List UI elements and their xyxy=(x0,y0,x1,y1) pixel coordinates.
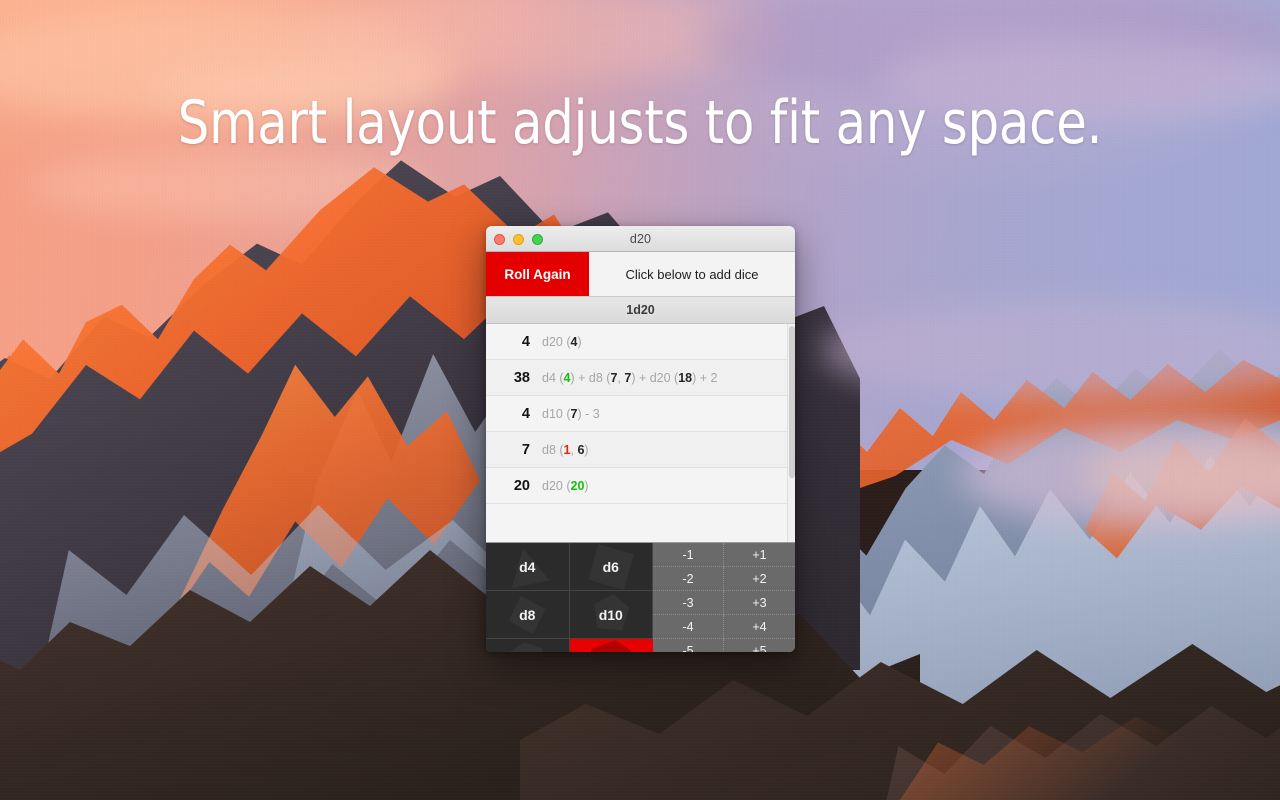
traffic-lights xyxy=(494,234,543,245)
roll-total: 4 xyxy=(521,405,530,422)
die-label: d6 xyxy=(602,558,619,575)
modifier-button-plus5[interactable]: +5 xyxy=(724,639,795,653)
roll-total: 20 xyxy=(513,477,530,494)
die-button-d6[interactable]: d6 xyxy=(569,543,653,591)
die-label: d4 xyxy=(519,558,536,575)
modifier-button-minus2[interactable]: -2 xyxy=(653,567,724,591)
modifier-button-plus4[interactable]: +4 xyxy=(724,615,795,639)
current-formula-header: 1d20 xyxy=(486,297,795,324)
roll-expression: d4 (4) + d8 (7, 7) + d20 (18) + 2 xyxy=(542,370,718,385)
marketing-headline: Smart layout adjusts to fit any space. xyxy=(177,88,1103,158)
close-icon[interactable] xyxy=(494,234,505,245)
scrollbar-thumb[interactable] xyxy=(789,326,795,478)
window-titlebar: d20 xyxy=(486,226,795,252)
table-row[interactable]: 4 d20 (4) xyxy=(486,324,795,360)
roll-total: 4 xyxy=(521,333,530,350)
die-d12-icon xyxy=(504,639,551,652)
window-toolbar: Roll Again Click below to add dice xyxy=(486,252,795,297)
die-button-d10[interactable]: d10 xyxy=(569,591,653,639)
modifier-button-minus4[interactable]: -4 xyxy=(653,615,724,639)
die-label: d10 xyxy=(598,606,623,623)
roll-expression: d8 (1, 6) xyxy=(542,442,589,457)
roll-expression: d20 (4) xyxy=(542,334,582,349)
table-row[interactable]: 4 d10 (7) - 3 xyxy=(486,396,795,432)
table-row[interactable]: 7 d8 (1, 6) xyxy=(486,432,795,468)
modifier-button-minus1[interactable]: -1 xyxy=(653,543,724,567)
roll-total: 38 xyxy=(513,369,530,386)
die-d20-icon xyxy=(584,639,637,652)
die-button-d12[interactable]: d12 xyxy=(486,639,570,652)
modifier-button-minus5[interactable]: -5 xyxy=(653,639,724,652)
add-dice-hint: Click below to add dice xyxy=(625,266,759,282)
modifier-button-minus3[interactable]: -3 xyxy=(653,591,724,615)
die-button-d8[interactable]: d8 xyxy=(486,591,570,639)
roll-expression: d20 (20) xyxy=(542,478,589,493)
modifier-grid[interactable]: -1+1-2+2-3+3-4+4-5+5-6+6 xyxy=(653,543,795,652)
modifier-button-plus2[interactable]: +2 xyxy=(724,567,795,591)
minimize-icon[interactable] xyxy=(513,234,524,245)
table-row[interactable]: 38 d4 (4) + d8 (7, 7) + d20 (18) + 2 xyxy=(486,360,795,396)
table-row[interactable]: 20 d20 (20) xyxy=(486,468,795,504)
die-button-d20[interactable]: d20 xyxy=(569,639,653,652)
roll-history-list[interactable]: 4 d20 (4) 38 d4 (4) + d8 (7, 7) + d20 (18) … xyxy=(486,324,795,542)
maximize-icon[interactable] xyxy=(532,234,543,245)
roll-again-button[interactable]: Roll Again xyxy=(486,252,589,296)
modifier-button-plus3[interactable]: +3 xyxy=(724,591,795,615)
roll-expression: d10 (7) - 3 xyxy=(542,406,600,421)
modifier-button-plus1[interactable]: +1 xyxy=(724,543,795,567)
d20-app-window: d20 Roll Again Click below to add dice 1… xyxy=(486,226,795,652)
die-label: d8 xyxy=(519,606,536,623)
window-bottom-panel: d4 d6 d8 d10 d12d20 -1+1-2+2-3+3-4+4-5+5-6+6 xyxy=(486,542,795,652)
history-scrollbar[interactable] xyxy=(787,324,795,542)
dice-picker-grid[interactable]: d4 d6 d8 d10 d12d20 xyxy=(486,543,653,652)
die-button-d4[interactable]: d4 xyxy=(486,543,570,591)
roll-total: 7 xyxy=(521,441,530,458)
